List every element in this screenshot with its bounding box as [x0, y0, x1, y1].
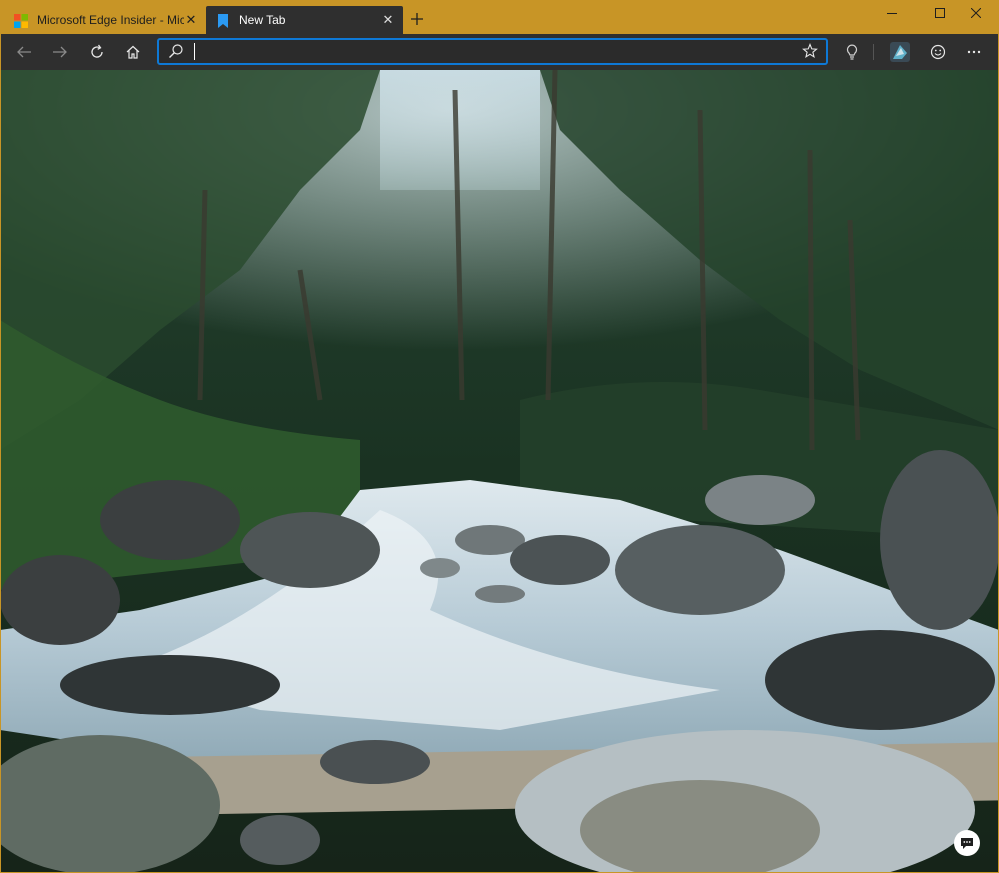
refresh-icon [91, 44, 103, 58]
close-window-button[interactable] [953, 0, 999, 28]
new-tab-page-background [0, 70, 999, 873]
address-input[interactable] [193, 41, 773, 62]
title-bar: Microsoft Edge Insider - Microsoft Edge … [0, 0, 999, 34]
tab-new-tab[interactable]: New Tab ✕ [206, 6, 403, 34]
tab-microsoft-edge-insider[interactable]: Microsoft Edge Insider - Microsoft Edge … [6, 6, 206, 34]
forward-icon [53, 46, 67, 58]
address-bar[interactable] [157, 38, 828, 65]
favorite-star-icon[interactable] [802, 43, 818, 63]
chat-bubble-icon [961, 838, 973, 849]
close-icon [970, 7, 982, 19]
new-tab-button[interactable] [406, 8, 428, 30]
maximize-icon [935, 8, 945, 18]
toolbar-separator [873, 44, 874, 60]
search-icon [168, 43, 184, 63]
navigation-toolbar [0, 34, 999, 70]
home-icon [126, 45, 140, 59]
minimize-icon [887, 13, 897, 14]
profile-button[interactable] [886, 38, 914, 66]
feedback-smiley-icon [930, 44, 946, 60]
tracking-light-button[interactable] [838, 38, 866, 66]
tab-title: New Tab [239, 13, 286, 27]
minimize-button[interactable] [869, 0, 915, 28]
more-icon [967, 50, 981, 54]
tab-title: Microsoft Edge Insider - Microsoft Edge … [37, 13, 184, 27]
feedback-button[interactable] [924, 38, 952, 66]
back-button[interactable] [10, 38, 38, 66]
plus-icon [411, 13, 423, 25]
refresh-button[interactable] [83, 38, 111, 66]
chat-feedback-button[interactable] [954, 830, 980, 856]
microsoft-logo-icon [14, 13, 28, 28]
home-button[interactable] [119, 38, 147, 66]
bookmark-tab-icon [216, 13, 230, 28]
profile-avatar-icon [890, 42, 910, 62]
close-tab-icon[interactable]: ✕ [184, 13, 198, 28]
forest-river-background-image [0, 70, 999, 873]
more-button[interactable] [960, 38, 988, 66]
back-icon [17, 46, 31, 58]
forward-button[interactable] [46, 38, 74, 66]
close-tab-icon[interactable]: ✕ [381, 13, 395, 28]
tracking-light-icon [846, 44, 858, 60]
